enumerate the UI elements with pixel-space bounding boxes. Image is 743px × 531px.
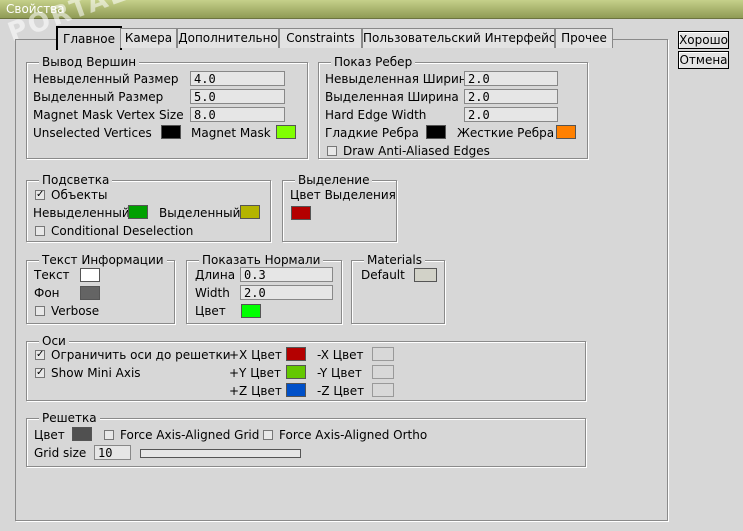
tab-main[interactable]: Главное xyxy=(56,26,122,50)
unselected-vertices-label: Unselected Vertices xyxy=(33,126,152,140)
tab-advanced[interactable]: Дополнительно xyxy=(177,28,279,48)
unselected-width-label: Невыделенная Ширина xyxy=(325,72,475,86)
grid-size-label: Grid size xyxy=(34,446,87,460)
py-color-label: +Y Цвет xyxy=(229,366,281,380)
title-bar: Свойства xyxy=(0,0,743,19)
group-title: Оси xyxy=(39,334,69,348)
unselected-highlight-label: Невыделенный xyxy=(33,206,130,220)
magnet-mask-size-field[interactable]: 8.0 xyxy=(190,107,285,122)
grid-color-swatch[interactable] xyxy=(72,427,92,441)
group-title: Текст Информации xyxy=(39,253,167,267)
selected-highlight-label: Выделенный xyxy=(159,206,241,220)
selected-highlight-color-swatch[interactable] xyxy=(240,205,260,219)
normal-color-swatch[interactable] xyxy=(241,304,261,318)
grid-size-field[interactable]: 10 xyxy=(94,445,131,460)
nx-color-swatch[interactable] xyxy=(372,347,394,361)
nx-color-label: -X Цвет xyxy=(317,348,364,362)
normal-length-field[interactable]: 0.3 xyxy=(240,267,333,282)
normal-width-label: Width xyxy=(195,286,230,300)
limit-axes-checkbox[interactable] xyxy=(35,350,45,360)
smooth-edges-color-swatch[interactable] xyxy=(426,125,446,139)
selected-width-field[interactable]: 2.0 xyxy=(464,89,558,104)
grid-color-label: Цвет xyxy=(34,428,65,442)
unselected-width-field[interactable]: 2.0 xyxy=(464,71,558,86)
selected-width-label: Выделенная Ширина xyxy=(325,90,459,104)
magnet-mask-label: Magnet Mask xyxy=(191,126,271,140)
tab-user-interface[interactable]: Пользовательский Интерфейс xyxy=(362,28,555,48)
pz-color-label: +Z Цвет xyxy=(229,384,282,398)
group-title: Подсветка xyxy=(39,173,113,187)
force-grid-label: Force Axis-Aligned Grid xyxy=(120,428,260,442)
tab-camera[interactable]: Камера xyxy=(120,28,177,48)
verbose-checkbox[interactable] xyxy=(35,306,45,316)
py-color-swatch[interactable] xyxy=(286,365,306,379)
px-color-label: +X Цвет xyxy=(229,348,282,362)
magnet-mask-color-swatch[interactable] xyxy=(276,125,296,139)
group-title: Выделение xyxy=(295,173,373,187)
nz-color-label: -Z Цвет xyxy=(317,384,365,398)
group-title: Вывод Вершин xyxy=(39,55,140,69)
ok-button[interactable]: Хорошо xyxy=(678,31,729,49)
force-ortho-checkbox[interactable] xyxy=(263,430,273,440)
objects-label: Объекты xyxy=(51,188,108,202)
unselected-highlight-color-swatch[interactable] xyxy=(128,205,148,219)
hard-edges-color-swatch[interactable] xyxy=(556,125,576,139)
antialias-label: Draw Anti-Aliased Edges xyxy=(343,144,490,158)
mini-axis-label: Show Mini Axis xyxy=(51,366,141,380)
conditional-deselection-label: Conditional Deselection xyxy=(51,224,194,238)
text-color-label: Текст xyxy=(34,268,70,282)
pz-color-swatch[interactable] xyxy=(286,383,306,397)
window-title: Свойства xyxy=(6,2,65,16)
force-grid-checkbox[interactable] xyxy=(104,430,114,440)
normal-color-label: Цвет xyxy=(195,304,226,318)
normal-length-label: Длина xyxy=(195,268,236,282)
objects-checkbox[interactable] xyxy=(35,190,45,200)
selection-color-label: Цвет Выделения xyxy=(290,188,396,202)
verbose-label: Verbose xyxy=(51,304,100,318)
hard-edge-width-field[interactable]: 2.0 xyxy=(464,107,558,122)
group-title: Materials xyxy=(364,253,426,267)
group-title: Показать Нормали xyxy=(199,253,324,267)
ny-color-swatch[interactable] xyxy=(372,365,394,379)
smooth-edges-label: Гладкие Ребра xyxy=(325,126,419,140)
text-color-swatch[interactable] xyxy=(80,268,100,282)
mini-axis-checkbox[interactable] xyxy=(35,368,45,378)
limit-axes-label: Ограничить оси до решетки xyxy=(51,348,231,362)
hard-edges-label: Жесткие Ребра xyxy=(457,126,555,140)
selected-size-field[interactable]: 5.0 xyxy=(190,89,285,104)
force-ortho-label: Force Axis-Aligned Ortho xyxy=(279,428,428,442)
antialias-checkbox[interactable] xyxy=(327,146,337,156)
ny-color-label: -Y Цвет xyxy=(317,366,362,380)
unselected-size-label: Невыделенный Размер xyxy=(33,72,179,86)
px-color-swatch[interactable] xyxy=(286,347,306,361)
magnet-mask-size-label: Magnet Mask Vertex Size xyxy=(33,108,184,122)
cancel-button[interactable]: Отмена xyxy=(678,51,729,69)
unselected-size-field[interactable]: 4.0 xyxy=(190,71,285,86)
conditional-deselection-checkbox[interactable] xyxy=(35,226,45,236)
unselected-vertices-color-swatch[interactable] xyxy=(161,125,181,139)
default-material-label: Default xyxy=(361,268,405,282)
selected-size-label: Выделенный Размер xyxy=(33,90,164,104)
group-title: Решетка xyxy=(39,411,100,425)
bg-color-swatch[interactable] xyxy=(80,286,100,300)
grid-size-slider[interactable] xyxy=(140,449,301,458)
tab-misc[interactable]: Прочее xyxy=(555,28,613,48)
bg-color-label: Фон xyxy=(34,286,60,300)
normal-width-field[interactable]: 2.0 xyxy=(240,285,333,300)
hard-edge-width-label: Hard Edge Width xyxy=(325,108,427,122)
default-material-color-swatch[interactable] xyxy=(414,268,437,282)
tab-constraints[interactable]: Constraints xyxy=(279,28,362,48)
nz-color-swatch[interactable] xyxy=(372,383,394,397)
selection-color-swatch[interactable] xyxy=(291,206,311,220)
group-title: Показ Ребер xyxy=(331,55,416,69)
